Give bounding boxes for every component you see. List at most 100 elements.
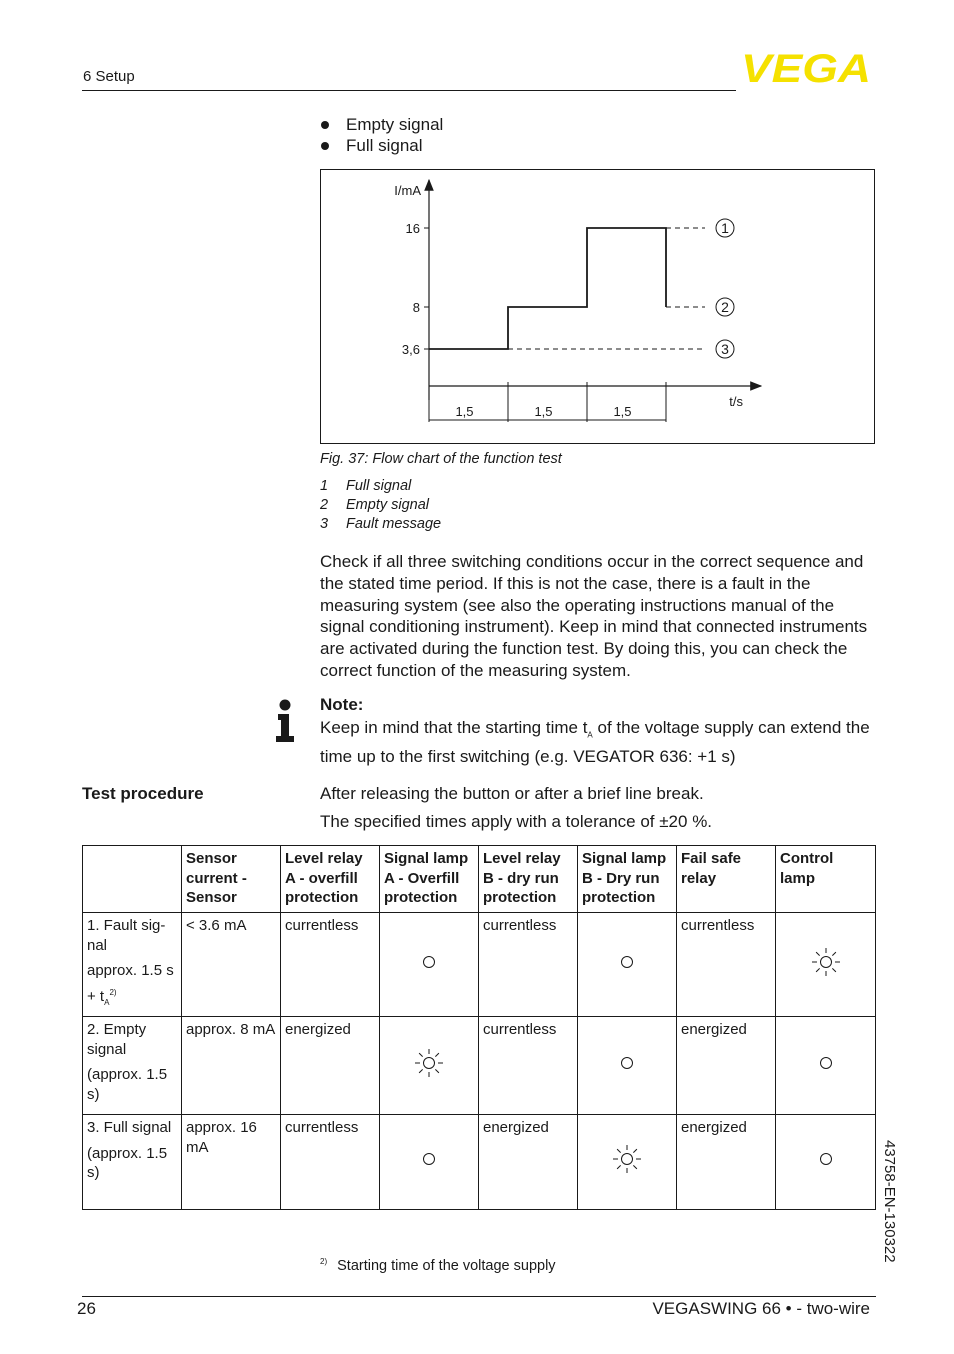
marker-number: 1 xyxy=(721,220,729,236)
footnote-text: Starting time of the voltage supply xyxy=(337,1258,556,1274)
chart-svg: I/mA t/s 16 8 3,6 1,5 1,5 1,5 1 2 3 xyxy=(394,178,763,422)
column-header: Fail safe relay xyxy=(676,845,776,913)
footnote: 2) Starting time of the voltage supply xyxy=(320,1257,556,1274)
interval-label: 1,5 xyxy=(613,404,631,419)
y-tick-label: 3,6 xyxy=(402,342,420,357)
legend-number: 2 xyxy=(320,497,329,513)
legend-number: 1 xyxy=(320,478,329,494)
footnote-ref: 2) xyxy=(109,987,117,997)
bullet-item: Full signal xyxy=(320,135,443,156)
test-procedure-heading: Test procedure xyxy=(82,784,204,803)
fail-safe-cell: energized xyxy=(676,1016,776,1115)
lamp-off-icon xyxy=(423,955,435,968)
step-cell: 2. Empty signal (approx. 1.5 s) xyxy=(82,1016,182,1115)
legend-item: 1 Full signal xyxy=(320,477,441,496)
fail-safe-cell: energized xyxy=(676,1114,776,1210)
column-header: Signal lamp A - Overfill protection xyxy=(379,845,479,913)
lamp-off-icon xyxy=(621,1056,633,1069)
footer-divider xyxy=(82,1296,876,1297)
relay-a-cell: currentless xyxy=(280,1114,380,1210)
column-header: Level relay A - overfill protection xyxy=(280,845,380,913)
lamp-b-cell xyxy=(577,1016,677,1115)
relay-b-cell: currentless xyxy=(478,1016,578,1115)
footnote-mark: 2) xyxy=(320,1257,328,1266)
document-id: 43758-EN-130322 xyxy=(881,1140,898,1263)
control-lamp-cell xyxy=(775,912,876,1017)
lamp-off-icon xyxy=(819,1056,832,1069)
procedure-line: After releasing the button or after a br… xyxy=(320,784,704,803)
logo-text: VEGA xyxy=(741,50,871,86)
column-header xyxy=(82,845,182,913)
fail-safe-cell: currentless xyxy=(676,912,776,1017)
step-duration: approx. 1.5 s xyxy=(87,962,174,979)
legend-number: 3 xyxy=(320,516,329,532)
y-tick-label: 8 xyxy=(413,300,420,315)
table-header-row: Sensor current - Sensor Level relay A - … xyxy=(82,845,876,913)
y-tick-label: 16 xyxy=(406,221,420,236)
section-title: 6 Setup xyxy=(83,68,135,85)
lamp-a-cell xyxy=(379,912,479,1017)
lamp-off-icon xyxy=(621,955,633,968)
step-extra-sub: A xyxy=(104,997,110,1007)
step-extra-text: + t xyxy=(87,987,105,1005)
sensor-current-cell: approx. 16 mA xyxy=(181,1114,281,1210)
x-axis-label: t/s xyxy=(729,394,743,409)
test-sequence-table: Sensor current - Sensor Level relay A - … xyxy=(82,845,876,1210)
instruction-paragraph: Check if all three switching conditions … xyxy=(320,552,868,680)
legend-label: Empty signal xyxy=(346,497,430,513)
step-label: 3. Full signal xyxy=(87,1119,172,1136)
column-header: Level relay B - dry run protection xyxy=(478,845,578,913)
page-number: 26 xyxy=(77,1299,96,1318)
figure-legend: 1 Full signal 2 Empty signal 3 Fault messag… xyxy=(320,477,441,534)
bullet-item: Empty signal xyxy=(320,114,443,135)
relay-a-cell: currentless xyxy=(280,912,380,1017)
legend-label: Full signal xyxy=(346,478,412,494)
column-header: Control lamp xyxy=(775,845,876,913)
table-row: 3. Full signal (approx. 1.5 s) approx. 1… xyxy=(82,1114,876,1210)
note-text-part: Keep in mind that the starting time t xyxy=(320,718,588,737)
step-label: 2. Empty signal xyxy=(87,1021,147,1058)
relay-b-cell: currentless xyxy=(478,912,578,1017)
lamp-off-icon xyxy=(819,1153,832,1166)
step-cell: 3. Full signal (approx. 1.5 s) xyxy=(82,1114,182,1210)
lamp-b-cell xyxy=(577,1114,677,1210)
sensor-current-cell: approx. 8 mA xyxy=(181,1016,281,1115)
step-duration: (approx. 1.5 s) xyxy=(87,1144,168,1182)
product-name: VEGASWING 66 • - two-wire xyxy=(652,1299,870,1318)
function-test-chart: I/mA t/s 16 8 3,6 1,5 1,5 1,5 1 2 3 xyxy=(320,169,875,444)
lamp-off-icon xyxy=(423,1153,435,1166)
lamp-a-cell xyxy=(379,1114,479,1210)
step-label: 1. Fault sig­nal xyxy=(87,917,166,954)
interval-label: 1,5 xyxy=(455,404,473,419)
note-title: Note: xyxy=(320,695,364,714)
marker-number: 3 xyxy=(721,341,729,357)
vega-logo: VEGA xyxy=(741,50,871,86)
table-row: 1. Fault sig­nal approx. 1.5 s + tA2) < … xyxy=(82,912,876,1017)
column-header: Signal lamp B - Dry run protection xyxy=(577,845,677,913)
control-lamp-cell xyxy=(775,1016,876,1115)
column-header: Sensor current - Sensor xyxy=(181,845,281,913)
lamp-on-icon xyxy=(811,947,840,976)
signal-current-line xyxy=(429,227,667,350)
legend-item: 2 Empty signal xyxy=(320,496,441,515)
relay-b-cell: energized xyxy=(478,1114,578,1210)
legend-item: 3 Fault message xyxy=(320,515,441,534)
signal-list: Empty signal Full signal xyxy=(320,114,443,156)
sensor-current-cell: < 3.6 mA xyxy=(181,912,281,1017)
step-extra: + tA2) xyxy=(87,987,117,1007)
figure-caption: Fig. 37: Flow chart of the function test xyxy=(320,451,562,467)
legend-label: Fault message xyxy=(346,516,442,532)
control-lamp-cell xyxy=(775,1114,876,1210)
interval-label: 1,5 xyxy=(534,404,552,419)
info-icon xyxy=(276,699,294,742)
header-divider xyxy=(82,90,736,91)
step-cell: 1. Fault sig­nal approx. 1.5 s + tA2) xyxy=(82,912,182,1017)
procedure-line: The specified times apply with a toleran… xyxy=(320,812,713,831)
step-duration: (approx. 1.5 s) xyxy=(87,1066,168,1103)
y-axis-label: I/mA xyxy=(394,183,421,198)
lamp-a-cell xyxy=(379,1016,479,1115)
table-row: 2. Empty signal (approx. 1.5 s) approx. … xyxy=(82,1016,876,1115)
note-text: Keep in mind that the starting time tA o… xyxy=(320,717,880,768)
marker-number: 2 xyxy=(721,299,729,315)
lamp-on-icon xyxy=(415,1048,443,1077)
